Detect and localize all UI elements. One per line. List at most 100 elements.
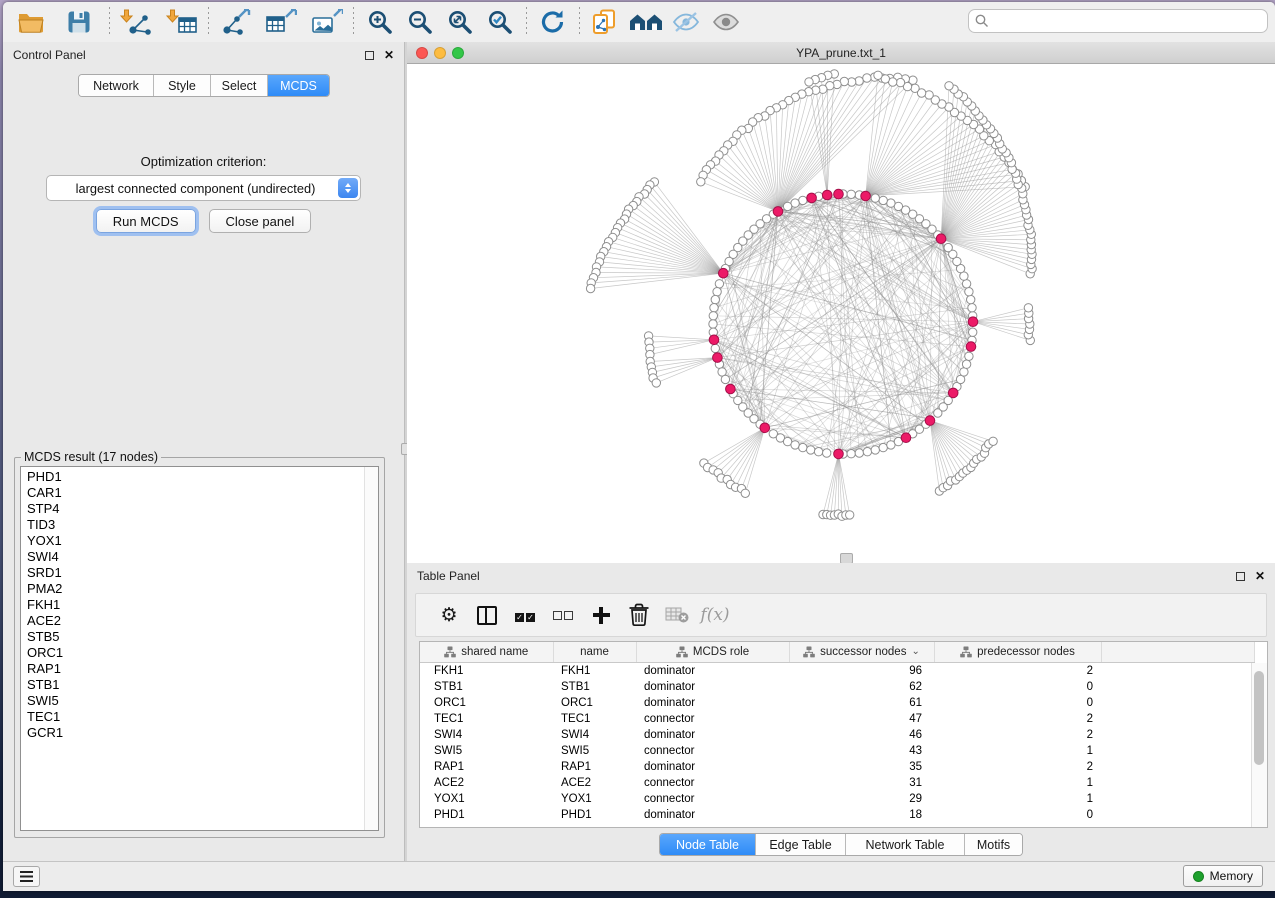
minimize-window-icon[interactable] — [434, 47, 446, 59]
import-table-button[interactable] — [162, 5, 202, 39]
network-node[interactable] — [709, 312, 717, 320]
network-node[interactable] — [711, 344, 719, 352]
network-edge[interactable] — [724, 151, 778, 212]
mcds-result-item[interactable]: STB5 — [21, 629, 378, 645]
network-node[interactable] — [697, 178, 705, 186]
mcds-hub-node[interactable] — [760, 423, 770, 433]
network-node[interactable] — [855, 449, 863, 457]
table-cell[interactable]: SWI5 — [553, 743, 636, 759]
mcds-hub-node[interactable] — [726, 384, 736, 394]
table-cell[interactable]: ORC1 — [553, 695, 636, 711]
network-node[interactable] — [871, 194, 879, 202]
network-node[interactable] — [847, 450, 855, 458]
network-graph[interactable] — [407, 64, 1275, 563]
mcds-hub-node[interactable] — [925, 416, 935, 426]
table-cell[interactable]: STB1 — [553, 679, 636, 695]
mcds-result-item[interactable]: PMA2 — [21, 581, 378, 597]
run-mcds-button[interactable]: Run MCDS — [96, 209, 196, 233]
close-panel-icon[interactable]: ✕ — [1255, 570, 1265, 582]
network-node[interactable] — [962, 280, 970, 288]
table-row[interactable]: FKH1FKH1dominator962 — [420, 663, 1254, 680]
network-edge[interactable] — [941, 188, 1022, 239]
hide-selected-button[interactable] — [666, 5, 706, 39]
mcds-hub-node[interactable] — [966, 342, 976, 352]
table-cell[interactable]: 2 — [934, 727, 1101, 743]
zoom-out-button[interactable] — [400, 5, 440, 39]
table-cell[interactable]: 47 — [789, 711, 934, 727]
network-edge[interactable] — [649, 336, 714, 340]
close-panel-button[interactable]: Close panel — [209, 209, 312, 233]
table-cell[interactable]: 0 — [934, 807, 1101, 823]
table-row[interactable]: YOX1YOX1connector291 — [420, 791, 1254, 807]
mcds-result-item[interactable]: TEC1 — [21, 709, 378, 725]
tab-motifs[interactable]: Motifs — [965, 834, 1022, 855]
network-canvas[interactable] — [407, 64, 1275, 563]
table-cell[interactable]: ACE2 — [420, 775, 553, 791]
network-node[interactable] — [783, 202, 791, 210]
network-node[interactable] — [721, 375, 729, 383]
zoom-in-button[interactable] — [360, 5, 400, 39]
network-node[interactable] — [965, 352, 973, 360]
network-edge[interactable] — [831, 454, 839, 515]
mcds-result-item[interactable]: GCR1 — [21, 725, 378, 741]
table-cell[interactable]: 2 — [934, 663, 1101, 680]
network-node[interactable] — [791, 441, 799, 449]
close-panel-icon[interactable]: ✕ — [384, 49, 394, 61]
table-row[interactable]: RAP1RAP1dominator352 — [420, 759, 1254, 775]
table-row[interactable]: TEC1TEC1connector472 — [420, 711, 1254, 727]
network-edge[interactable] — [973, 322, 1030, 341]
table-cell[interactable]: YOX1 — [553, 791, 636, 807]
table-cell[interactable]: 0 — [934, 679, 1101, 695]
network-edge[interactable] — [839, 454, 846, 515]
network-node[interactable] — [652, 379, 660, 387]
network-node[interactable] — [863, 448, 871, 456]
table-cell[interactable]: 1 — [934, 743, 1101, 759]
table-cell[interactable]: dominator — [636, 807, 789, 823]
network-edge[interactable] — [866, 83, 901, 196]
import-network-button[interactable] — [116, 5, 156, 39]
mcds-result-item[interactable]: ACE2 — [21, 613, 378, 629]
network-edge[interactable] — [866, 104, 942, 196]
delete-column-button[interactable] — [620, 597, 658, 633]
network-node[interactable] — [846, 511, 854, 519]
save-session-button[interactable] — [59, 5, 99, 39]
network-node[interactable] — [807, 446, 815, 454]
network-edge[interactable] — [596, 273, 723, 274]
network-edge[interactable] — [629, 209, 724, 273]
network-node[interactable] — [887, 199, 895, 207]
network-node[interactable] — [871, 446, 879, 454]
tab-network[interactable]: Network — [79, 75, 154, 96]
mcds-hub-node[interactable] — [713, 353, 723, 363]
table-scrollbar[interactable] — [1251, 663, 1267, 827]
mcds-hub-node[interactable] — [719, 268, 729, 278]
table-cell[interactable]: 2 — [934, 711, 1101, 727]
zoom-selected-button[interactable] — [480, 5, 520, 39]
table-row[interactable]: ACE2ACE2connector311 — [420, 775, 1254, 791]
network-node[interactable] — [586, 284, 594, 292]
network-edge[interactable] — [866, 87, 908, 196]
table-cell[interactable]: RAP1 — [420, 759, 553, 775]
network-node[interactable] — [879, 443, 887, 451]
add-column-button[interactable] — [582, 597, 620, 633]
network-node[interactable] — [960, 368, 968, 376]
table-cell[interactable]: 1 — [934, 775, 1101, 791]
delete-table-button[interactable] — [658, 597, 696, 633]
table-cell[interactable]: dominator — [636, 759, 789, 775]
mcds-hub-node[interactable] — [709, 335, 719, 345]
table-cell[interactable]: TEC1 — [553, 711, 636, 727]
network-node[interactable] — [711, 295, 719, 303]
network-node[interactable] — [709, 320, 717, 328]
table-cell[interactable]: ACE2 — [553, 775, 636, 791]
settings-gear-button[interactable]: ⚙ — [430, 597, 468, 633]
column-header[interactable]: shared name — [420, 642, 553, 663]
network-node[interactable] — [967, 295, 975, 303]
first-neighbors-button[interactable] — [626, 5, 666, 39]
mcds-result-item[interactable]: TID3 — [21, 517, 378, 533]
zoom-fit-button[interactable] — [440, 5, 480, 39]
network-edge[interactable] — [591, 273, 723, 283]
mcds-hub-node[interactable] — [861, 191, 871, 201]
mcds-hub-node[interactable] — [773, 207, 783, 217]
network-node[interactable] — [715, 280, 723, 288]
column-header[interactable]: successor nodes⌄ — [789, 642, 934, 663]
float-panel-icon[interactable] — [365, 51, 374, 60]
